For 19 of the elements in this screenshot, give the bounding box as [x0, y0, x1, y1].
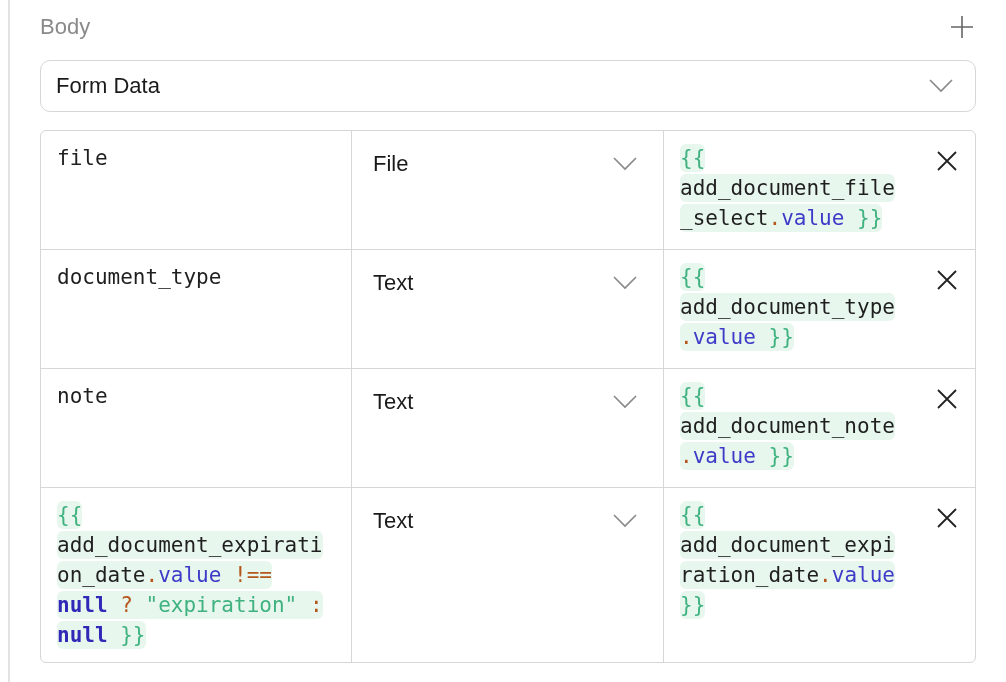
- close-icon[interactable]: [937, 389, 957, 409]
- type-dropdown[interactable]: Text: [368, 389, 651, 415]
- type-dropdown[interactable]: Text: [368, 270, 651, 296]
- chevron-down-icon: [613, 276, 637, 290]
- body-type-dropdown[interactable]: Form Data: [40, 60, 976, 112]
- chevron-down-icon: [613, 514, 637, 528]
- key-field[interactable]: file: [57, 146, 108, 170]
- close-icon[interactable]: [937, 151, 957, 171]
- section-title: Body: [40, 14, 91, 40]
- type-dropdown[interactable]: Text: [368, 508, 651, 534]
- key-field[interactable]: note: [57, 384, 108, 408]
- type-dropdown[interactable]: File: [368, 151, 651, 177]
- key-field[interactable]: document_type: [57, 265, 222, 289]
- close-icon[interactable]: [937, 270, 957, 290]
- chevron-down-icon: [613, 395, 637, 409]
- close-icon[interactable]: [937, 508, 957, 528]
- chevron-down-icon: [929, 79, 953, 93]
- add-icon[interactable]: [950, 15, 974, 39]
- chevron-down-icon: [613, 157, 637, 171]
